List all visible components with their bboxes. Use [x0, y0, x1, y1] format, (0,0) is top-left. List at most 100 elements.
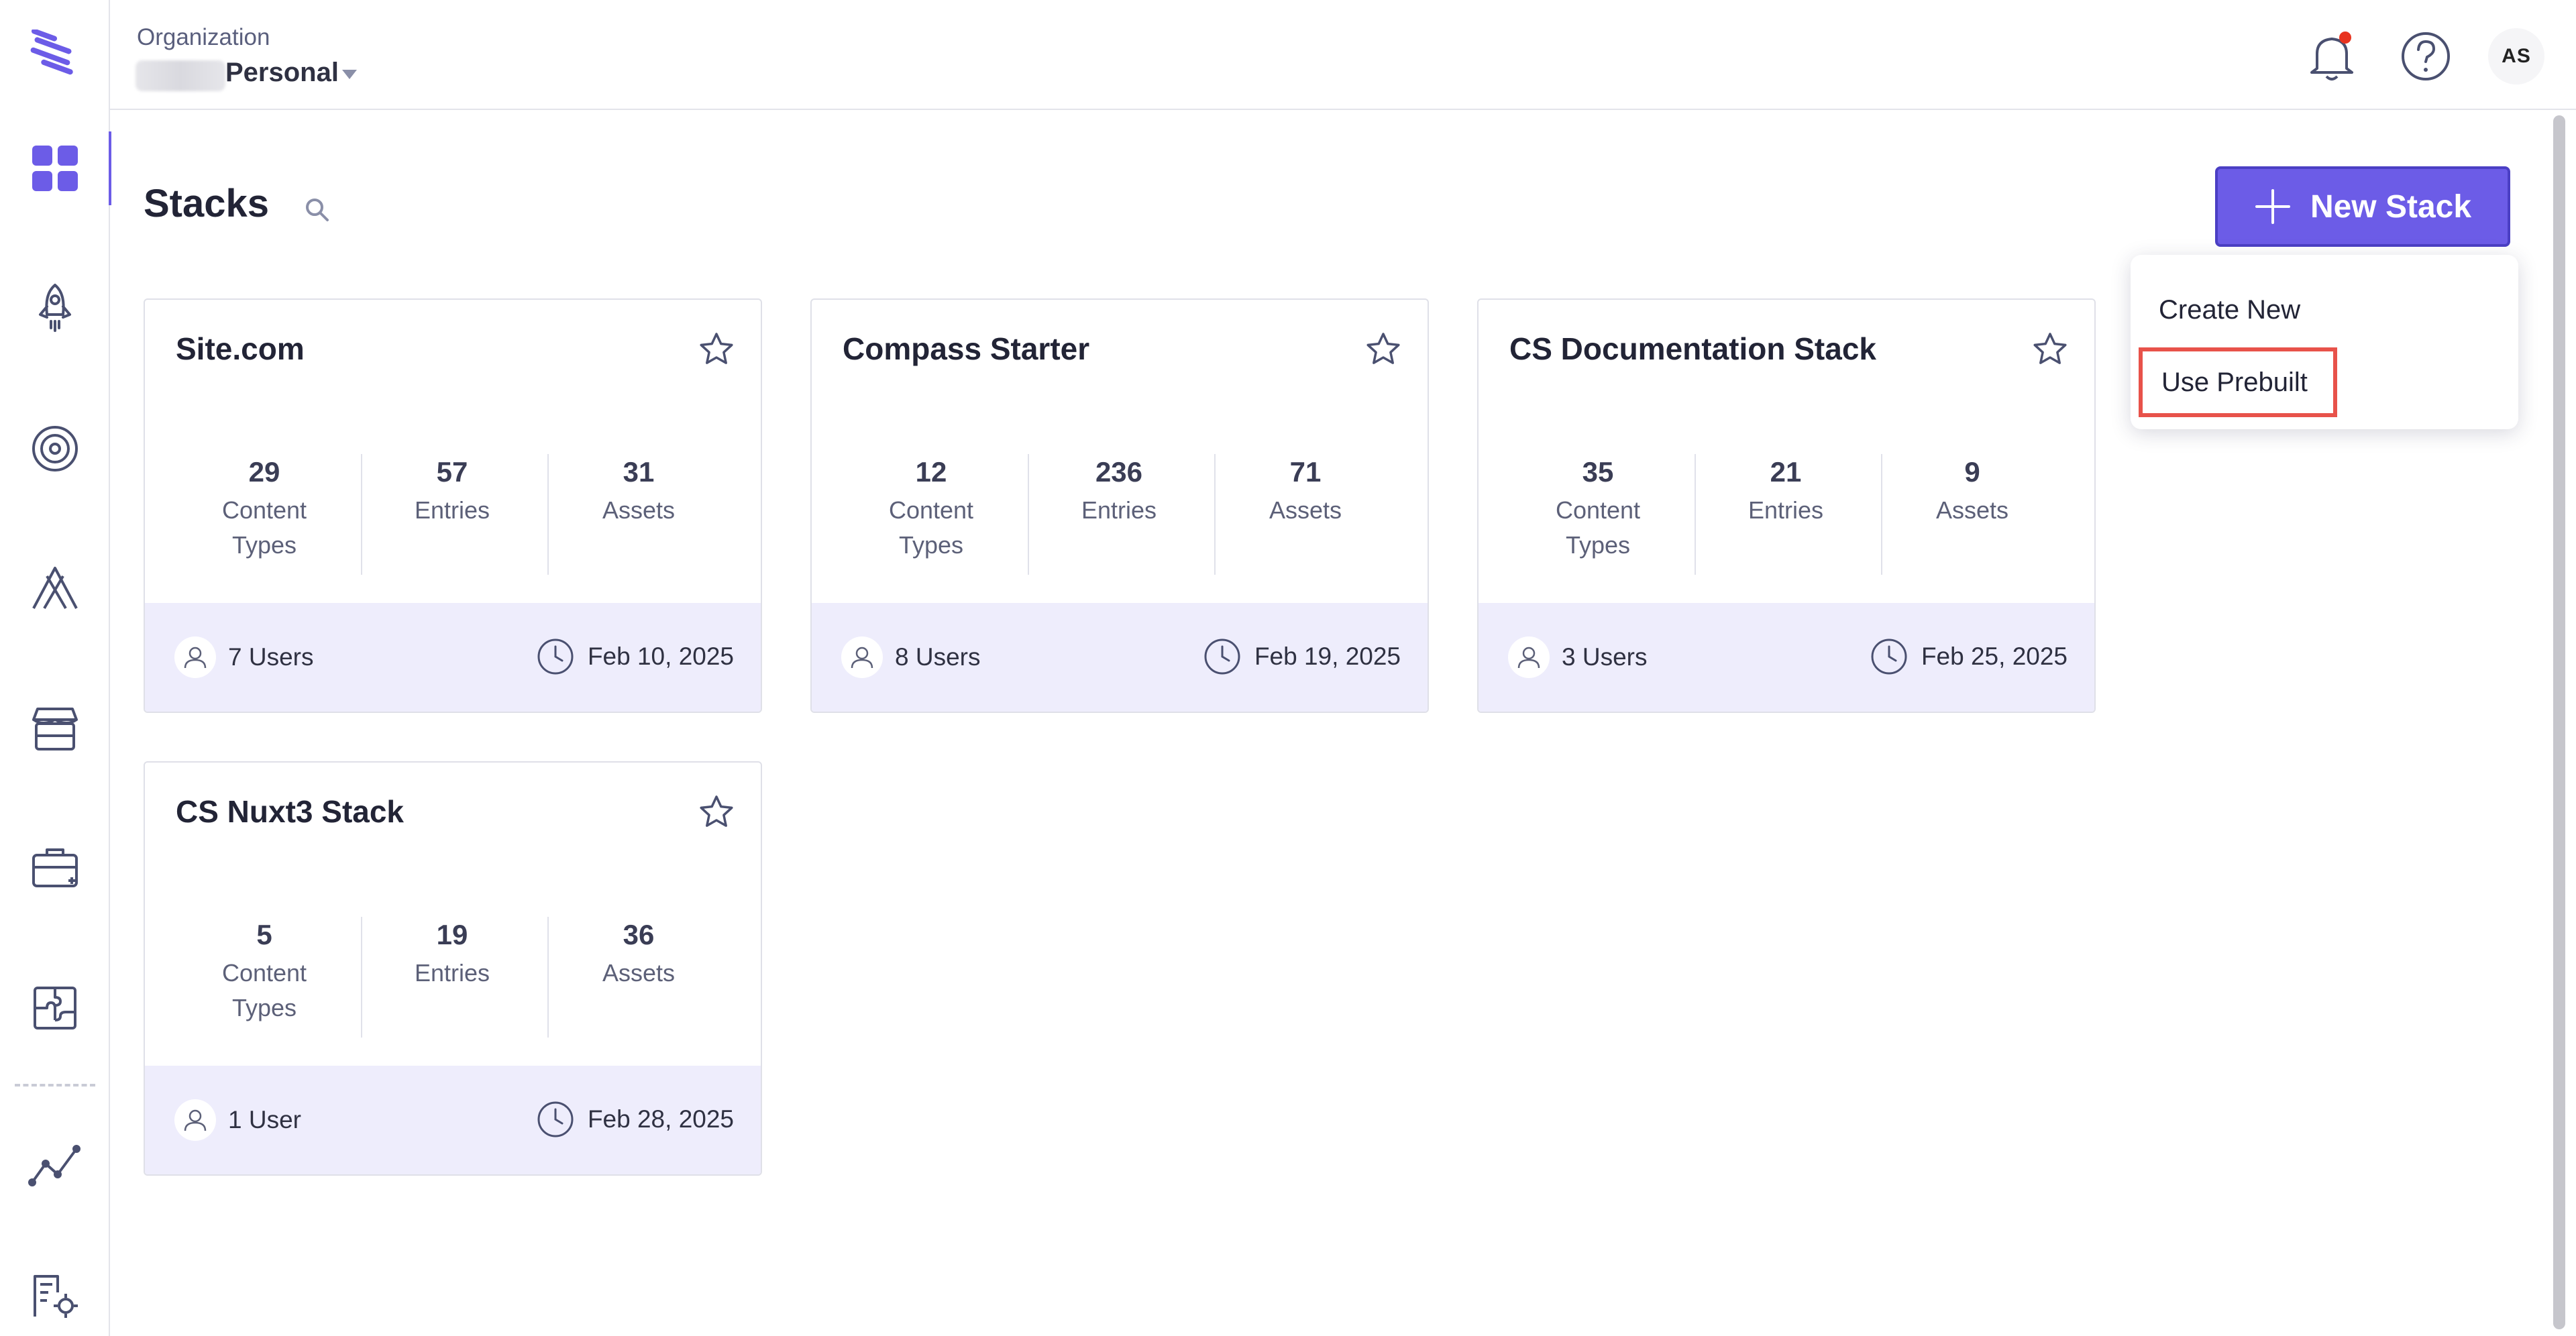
stat-value: 9 [1964, 456, 1980, 488]
analytics-icon [28, 1145, 80, 1186]
clock-icon [1871, 638, 1907, 675]
stat-assets: 9 Assets [1878, 454, 2066, 575]
updated-date: Feb 28, 2025 [535, 1099, 734, 1139]
stat-value: 5 [256, 919, 272, 950]
rail-item-launch[interactable] [0, 258, 110, 358]
stat-value: 21 [1770, 456, 1802, 488]
stat-value: 19 [436, 919, 468, 950]
stat-label: Entries [414, 959, 490, 987]
stat-entries: 19 Entries [358, 917, 546, 1038]
updated-date: Feb 25, 2025 [1869, 636, 2068, 677]
user-icon [851, 647, 873, 669]
updated-date: Feb 19, 2025 [1202, 636, 1401, 677]
stat-entries: 236 Entries [1025, 454, 1213, 575]
stat-label: Assets [1269, 496, 1342, 524]
rail-item-marketplace[interactable] [0, 679, 110, 779]
stat-label: Entries [1748, 496, 1824, 524]
users-count: 1 User [174, 1099, 301, 1141]
users-label: 3 Users [1562, 643, 1648, 671]
rail-item-stacks[interactable] [0, 118, 111, 219]
rail-item-analytics[interactable] [0, 1116, 110, 1217]
new-stack-label: New Stack [2310, 188, 2472, 225]
stat-value: 36 [623, 919, 655, 950]
card-footer: 8 Users Feb 19, 2025 [812, 603, 1428, 712]
top-header: Organization Personal AS [110, 0, 2576, 110]
stack-name[interactable]: CS Nuxt3 Stack [176, 793, 404, 830]
puzzle-icon [34, 987, 76, 1029]
chevron-down-icon[interactable] [341, 68, 358, 80]
help-button[interactable] [2394, 24, 2458, 89]
grid-icon [32, 146, 78, 191]
stat-label: Content Types [221, 959, 307, 1021]
stack-name[interactable]: Compass Starter [843, 331, 1089, 367]
new-stack-button[interactable]: New Stack [2215, 166, 2510, 247]
stat-label: Assets [602, 959, 676, 987]
card-footer: 7 Users Feb 10, 2025 [145, 603, 761, 712]
stack-card[interactable]: Compass Starter 12 Content Types 236 Entr… [810, 298, 1429, 713]
stat-value: 29 [248, 456, 280, 488]
stat-assets: 31 Assets [545, 454, 733, 575]
stack-stats: 35 Content Types 21 Entries 9 Assets [1479, 454, 2094, 575]
card-footer: 1 User Feb 28, 2025 [145, 1066, 761, 1174]
stat-label: Entries [1081, 496, 1157, 524]
clock-icon [537, 1101, 574, 1137]
stat-content-types: 29 Content Types [170, 454, 358, 575]
org-settings-icon [34, 1275, 78, 1318]
left-rail [0, 0, 111, 1336]
org-switcher[interactable]: Personal [225, 58, 339, 88]
bell-icon [2310, 32, 2353, 80]
use-prebuilt-option[interactable]: Use Prebuilt [2139, 347, 2337, 417]
rail-item-org-settings[interactable] [0, 1245, 110, 1336]
stat-assets: 71 Assets [1212, 454, 1399, 575]
stat-value: 35 [1582, 456, 1614, 488]
star-icon[interactable] [2031, 331, 2069, 368]
user-avatar[interactable]: AS [2488, 28, 2544, 85]
rail-item-developer-hub[interactable] [0, 818, 110, 919]
stat-label: Assets [1935, 496, 2009, 524]
stack-card[interactable]: Site.com 29 Content Types 57 Entries 31 A… [144, 298, 762, 713]
stack-card[interactable]: CS Nuxt3 Stack 5 Content Types 19 Entries… [144, 761, 762, 1176]
date-label: Feb 25, 2025 [1921, 643, 2068, 670]
stat-label: Entries [414, 496, 490, 524]
stack-name[interactable]: CS Documentation Stack [1509, 331, 1876, 367]
rail-item-personalize[interactable] [0, 398, 110, 499]
search-icon[interactable] [303, 196, 330, 223]
notifications-button[interactable] [2300, 24, 2364, 89]
stat-content-types: 5 Content Types [170, 917, 358, 1038]
app-window: Organization Personal AS Stacks New Stac… [0, 0, 2576, 1336]
org-label: Organization [137, 24, 270, 50]
rail-item-automate[interactable] [0, 538, 110, 638]
star-icon[interactable] [698, 331, 735, 368]
stack-name[interactable]: Site.com [176, 331, 305, 367]
clock-icon [537, 638, 574, 675]
users-label: 7 Users [228, 643, 314, 671]
users-label: 1 User [228, 1106, 301, 1133]
rail-item-extensions[interactable] [0, 958, 110, 1058]
briefcase-icon [32, 848, 78, 887]
stack-stats: 5 Content Types 19 Entries 36 Assets [145, 917, 761, 1038]
stat-value: 12 [915, 456, 947, 488]
create-new-option[interactable]: Create New [2159, 290, 2300, 330]
star-icon[interactable] [698, 793, 735, 831]
stack-stats: 12 Content Types 236 Entries 71 Assets [812, 454, 1428, 575]
stat-assets: 36 Assets [545, 917, 733, 1038]
rail-divider [15, 1084, 95, 1087]
date-label: Feb 10, 2025 [587, 643, 734, 670]
stat-label: Content Types [888, 496, 974, 559]
star-icon[interactable] [1364, 331, 1402, 368]
scrollbar-thumb[interactable] [2553, 115, 2565, 1329]
user-icon [184, 647, 207, 669]
stat-value: 71 [1289, 456, 1322, 488]
contentstack-logo-icon[interactable] [27, 30, 83, 78]
users-count: 8 Users [841, 636, 980, 678]
plus-icon [2255, 189, 2290, 224]
stat-label: Content Types [221, 496, 307, 559]
stat-label: Assets [602, 496, 676, 524]
stat-content-types: 35 Content Types [1504, 454, 1692, 575]
stack-card[interactable]: CS Documentation Stack 35 Content Types 2… [1477, 298, 2096, 713]
stat-entries: 21 Entries [1692, 454, 1880, 575]
users-label: 8 Users [895, 643, 981, 671]
user-icon [184, 1109, 207, 1131]
marketplace-icon [32, 708, 78, 750]
org-name-redacted [136, 60, 225, 91]
